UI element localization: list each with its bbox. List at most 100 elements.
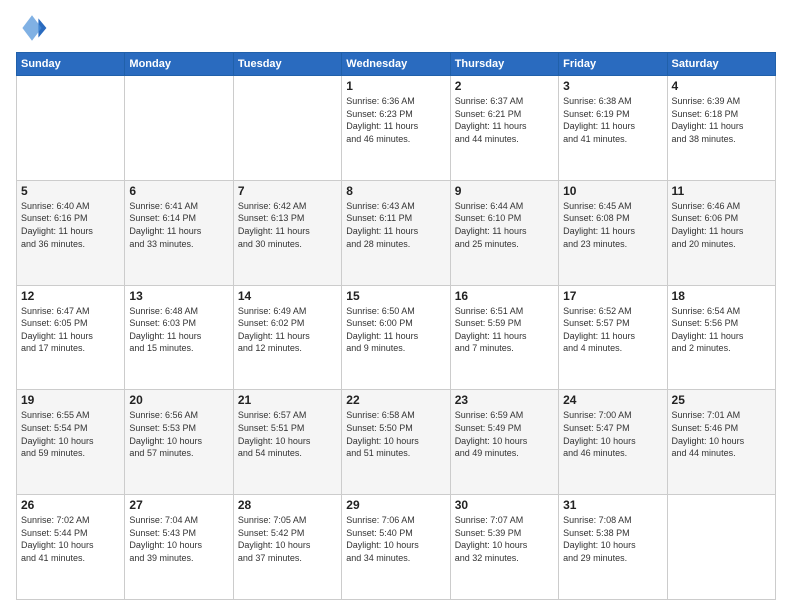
day-number: 15 [346, 289, 445, 303]
day-number: 11 [672, 184, 771, 198]
calendar-cell: 19 Sunrise: 6:55 AM Sunset: 5:54 PM Dayli… [17, 390, 125, 495]
day-details: Sunrise: 6:40 AM Sunset: 6:16 PM Dayligh… [21, 200, 120, 250]
day-number: 22 [346, 393, 445, 407]
day-number: 25 [672, 393, 771, 407]
page: SundayMondayTuesdayWednesdayThursdayFrid… [0, 0, 792, 612]
day-details: Sunrise: 6:55 AM Sunset: 5:54 PM Dayligh… [21, 409, 120, 459]
weekday-header-row: SundayMondayTuesdayWednesdayThursdayFrid… [17, 53, 776, 76]
weekday-header-monday: Monday [125, 53, 233, 76]
calendar-cell: 18Sunrise: 6:54 AM Sunset: 5:56 PM Dayli… [667, 285, 775, 390]
week-row-0: 1 Sunrise: 6:36 AM Sunset: 6:23 PM Daylig… [17, 76, 776, 181]
day-number: 23 [455, 393, 554, 407]
calendar-cell: 1 Sunrise: 6:36 AM Sunset: 6:23 PM Daylig… [342, 76, 450, 181]
calendar-cell: 30Sunrise: 7:07 AM Sunset: 5:39 PM Dayli… [450, 495, 558, 600]
day-details: Sunrise: 7:00 AM Sunset: 5:47 PM Dayligh… [563, 409, 662, 459]
calendar-cell: 11 Sunrise: 6:46 AM Sunset: 6:06 PM Dayli… [667, 180, 775, 285]
day-details: Sunrise: 6:44 AM Sunset: 6:10 PM Dayligh… [455, 200, 554, 250]
calendar-cell: 21 Sunrise: 6:57 AM Sunset: 5:51 PM Dayli… [233, 390, 341, 495]
calendar-cell: 25 Sunrise: 7:01 AM Sunset: 5:46 PM Dayli… [667, 390, 775, 495]
day-details: Sunrise: 6:52 AM Sunset: 5:57 PM Dayligh… [563, 305, 662, 355]
calendar-cell [233, 76, 341, 181]
day-number: 13 [129, 289, 228, 303]
calendar-cell [17, 76, 125, 181]
day-number: 16 [455, 289, 554, 303]
calendar-cell: 31 Sunrise: 7:08 AM Sunset: 5:38 PM Dayli… [559, 495, 667, 600]
calendar-header: SundayMondayTuesdayWednesdayThursdayFrid… [17, 53, 776, 76]
day-number: 20 [129, 393, 228, 407]
calendar-cell: 23 Sunrise: 6:59 AM Sunset: 5:49 PM Dayli… [450, 390, 558, 495]
day-number: 1 [346, 79, 445, 93]
day-details: Sunrise: 6:48 AM Sunset: 6:03 PM Dayligh… [129, 305, 228, 355]
day-number: 10 [563, 184, 662, 198]
day-number: 9 [455, 184, 554, 198]
calendar-cell: 24 Sunrise: 7:00 AM Sunset: 5:47 PM Dayli… [559, 390, 667, 495]
day-details: Sunrise: 6:58 AM Sunset: 5:50 PM Dayligh… [346, 409, 445, 459]
weekday-header-friday: Friday [559, 53, 667, 76]
day-details: Sunrise: 7:04 AM Sunset: 5:43 PM Dayligh… [129, 514, 228, 564]
day-details: Sunrise: 6:49 AM Sunset: 6:02 PM Dayligh… [238, 305, 337, 355]
calendar-cell: 9 Sunrise: 6:44 AM Sunset: 6:10 PM Daylig… [450, 180, 558, 285]
calendar-cell [125, 76, 233, 181]
day-details: Sunrise: 7:01 AM Sunset: 5:46 PM Dayligh… [672, 409, 771, 459]
day-number: 24 [563, 393, 662, 407]
day-details: Sunrise: 6:51 AM Sunset: 5:59 PM Dayligh… [455, 305, 554, 355]
day-details: Sunrise: 6:57 AM Sunset: 5:51 PM Dayligh… [238, 409, 337, 459]
logo [16, 12, 52, 44]
day-number: 31 [563, 498, 662, 512]
day-number: 4 [672, 79, 771, 93]
weekday-header-tuesday: Tuesday [233, 53, 341, 76]
week-row-1: 5 Sunrise: 6:40 AM Sunset: 6:16 PM Daylig… [17, 180, 776, 285]
day-details: Sunrise: 6:38 AM Sunset: 6:19 PM Dayligh… [563, 95, 662, 145]
calendar-cell [667, 495, 775, 600]
day-number: 8 [346, 184, 445, 198]
day-details: Sunrise: 6:45 AM Sunset: 6:08 PM Dayligh… [563, 200, 662, 250]
day-number: 5 [21, 184, 120, 198]
day-number: 6 [129, 184, 228, 198]
day-details: Sunrise: 6:46 AM Sunset: 6:06 PM Dayligh… [672, 200, 771, 250]
calendar-cell: 5 Sunrise: 6:40 AM Sunset: 6:16 PM Daylig… [17, 180, 125, 285]
day-details: Sunrise: 6:37 AM Sunset: 6:21 PM Dayligh… [455, 95, 554, 145]
weekday-header-sunday: Sunday [17, 53, 125, 76]
calendar-cell: 7 Sunrise: 6:42 AM Sunset: 6:13 PM Daylig… [233, 180, 341, 285]
day-number: 29 [346, 498, 445, 512]
calendar-body: 1 Sunrise: 6:36 AM Sunset: 6:23 PM Daylig… [17, 76, 776, 600]
week-row-2: 12Sunrise: 6:47 AM Sunset: 6:05 PM Dayli… [17, 285, 776, 390]
calendar-table: SundayMondayTuesdayWednesdayThursdayFrid… [16, 52, 776, 600]
day-details: Sunrise: 7:06 AM Sunset: 5:40 PM Dayligh… [346, 514, 445, 564]
day-number: 7 [238, 184, 337, 198]
week-row-3: 19 Sunrise: 6:55 AM Sunset: 5:54 PM Dayli… [17, 390, 776, 495]
day-number: 2 [455, 79, 554, 93]
calendar-cell: 13 Sunrise: 6:48 AM Sunset: 6:03 PM Dayli… [125, 285, 233, 390]
logo-icon [16, 12, 48, 44]
day-details: Sunrise: 6:56 AM Sunset: 5:53 PM Dayligh… [129, 409, 228, 459]
calendar-cell: 6 Sunrise: 6:41 AM Sunset: 6:14 PM Daylig… [125, 180, 233, 285]
calendar-cell: 17Sunrise: 6:52 AM Sunset: 5:57 PM Dayli… [559, 285, 667, 390]
calendar-cell: 29 Sunrise: 7:06 AM Sunset: 5:40 PM Dayli… [342, 495, 450, 600]
calendar-cell: 15Sunrise: 6:50 AM Sunset: 6:00 PM Dayli… [342, 285, 450, 390]
day-number: 26 [21, 498, 120, 512]
day-details: Sunrise: 7:02 AM Sunset: 5:44 PM Dayligh… [21, 514, 120, 564]
day-number: 30 [455, 498, 554, 512]
day-number: 14 [238, 289, 337, 303]
day-number: 19 [21, 393, 120, 407]
day-details: Sunrise: 6:42 AM Sunset: 6:13 PM Dayligh… [238, 200, 337, 250]
weekday-header-wednesday: Wednesday [342, 53, 450, 76]
day-details: Sunrise: 6:39 AM Sunset: 6:18 PM Dayligh… [672, 95, 771, 145]
calendar-cell: 2 Sunrise: 6:37 AM Sunset: 6:21 PM Daylig… [450, 76, 558, 181]
day-details: Sunrise: 6:43 AM Sunset: 6:11 PM Dayligh… [346, 200, 445, 250]
day-details: Sunrise: 6:36 AM Sunset: 6:23 PM Dayligh… [346, 95, 445, 145]
header [16, 12, 776, 44]
weekday-header-saturday: Saturday [667, 53, 775, 76]
day-details: Sunrise: 7:05 AM Sunset: 5:42 PM Dayligh… [238, 514, 337, 564]
day-number: 21 [238, 393, 337, 407]
calendar-cell: 26 Sunrise: 7:02 AM Sunset: 5:44 PM Dayli… [17, 495, 125, 600]
day-details: Sunrise: 6:59 AM Sunset: 5:49 PM Dayligh… [455, 409, 554, 459]
day-details: Sunrise: 6:41 AM Sunset: 6:14 PM Dayligh… [129, 200, 228, 250]
day-details: Sunrise: 7:08 AM Sunset: 5:38 PM Dayligh… [563, 514, 662, 564]
day-number: 28 [238, 498, 337, 512]
calendar-cell: 28 Sunrise: 7:05 AM Sunset: 5:42 PM Dayli… [233, 495, 341, 600]
calendar-cell: 8 Sunrise: 6:43 AM Sunset: 6:11 PM Daylig… [342, 180, 450, 285]
week-row-4: 26 Sunrise: 7:02 AM Sunset: 5:44 PM Dayli… [17, 495, 776, 600]
calendar-cell: 10 Sunrise: 6:45 AM Sunset: 6:08 PM Dayli… [559, 180, 667, 285]
calendar-cell: 20 Sunrise: 6:56 AM Sunset: 5:53 PM Dayli… [125, 390, 233, 495]
